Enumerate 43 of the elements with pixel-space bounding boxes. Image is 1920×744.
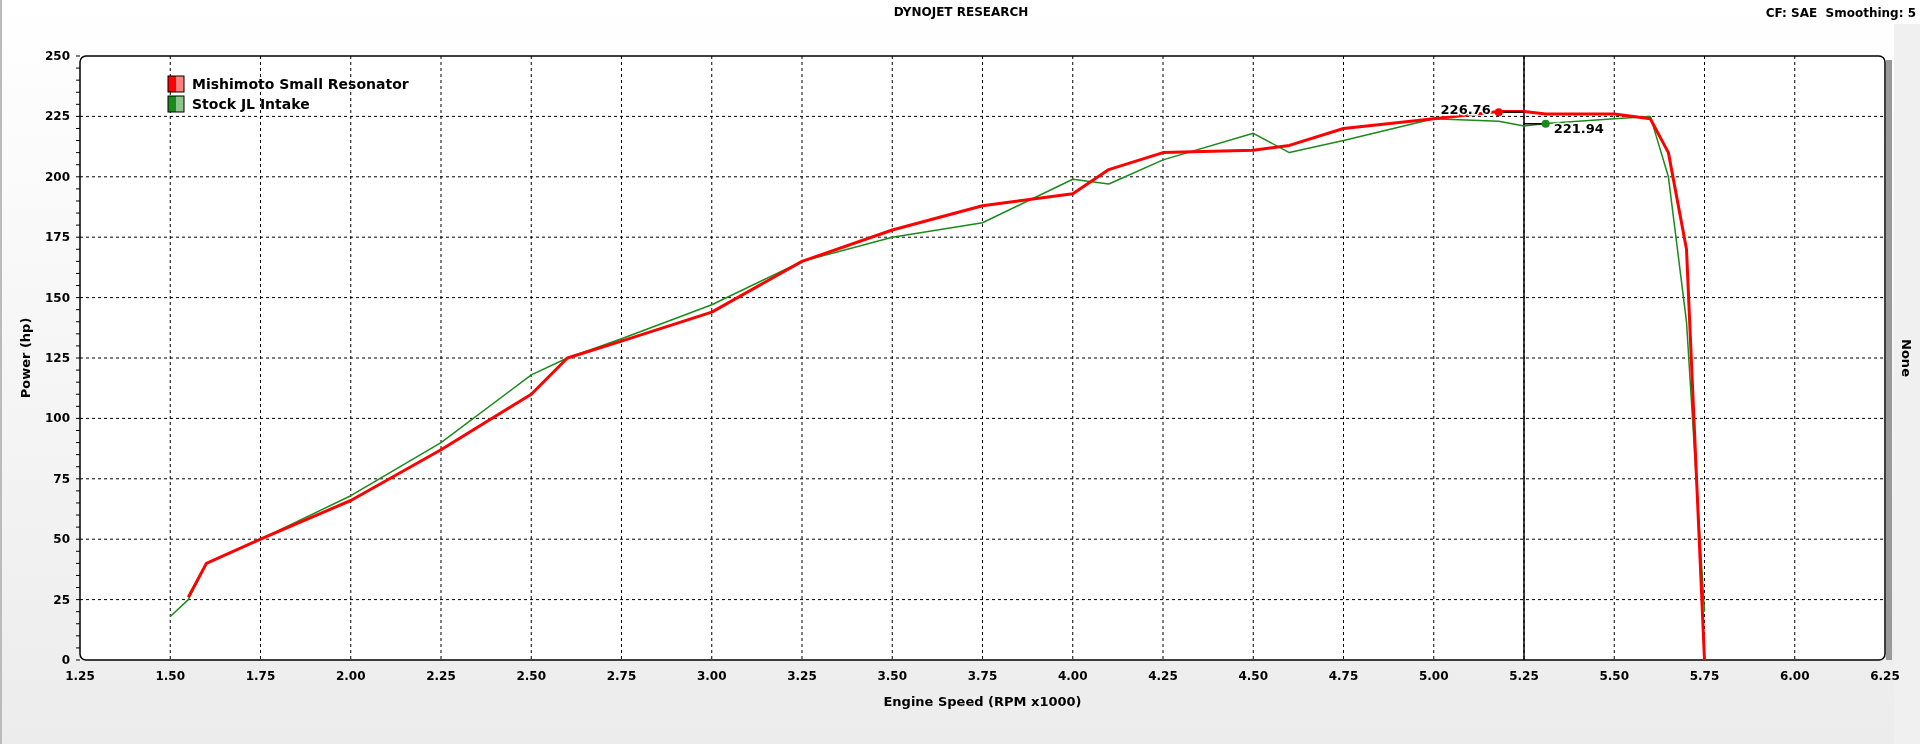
y-tick-label: 150 <box>44 290 70 305</box>
legend-label: Mishimoto Small Resonator <box>192 76 409 92</box>
x-tick-label: 4.50 <box>1238 669 1269 683</box>
peak-marker <box>1541 119 1550 128</box>
y-tick-label: 125 <box>44 351 70 365</box>
x-tick-label: 4.25 <box>1148 669 1178 683</box>
legend-label: Stock JL Intake <box>192 96 310 112</box>
x-tick-label: 4.75 <box>1328 669 1359 683</box>
y-tick-label: 75 <box>53 471 70 486</box>
x-tick-label: 1.75 <box>245 669 276 683</box>
x-tick-label: 2.25 <box>426 669 456 683</box>
x-tick-label: 3.50 <box>877 669 908 683</box>
x-tick-label: 2.00 <box>335 669 366 683</box>
chart-title: DYNOJET RESEARCH <box>893 4 1029 21</box>
x-tick-label: 5.75 <box>1689 669 1720 683</box>
peak-value-label: 221.94 <box>1553 120 1604 136</box>
x-tick-label: 1.50 <box>155 669 186 683</box>
x-tick-label: 6.25 <box>1870 669 1900 683</box>
x-tick-label: 3.75 <box>967 669 998 683</box>
x-axis-label: Engine Speed (RPM x1000) <box>883 694 1082 709</box>
y-axis-label: Power (hp) <box>18 317 33 399</box>
x-tick-label: 3.00 <box>696 669 727 683</box>
x-tick-label: 6.00 <box>1779 669 1810 683</box>
settings-text: CF: SAE Smoothing: 5 <box>1765 5 1916 22</box>
x-tick-label: 2.50 <box>516 669 547 683</box>
y-tick-label: 25 <box>53 592 70 607</box>
right-axis-label: None <box>1899 339 1914 377</box>
peak-marker <box>1494 108 1503 117</box>
x-tick-label: 5.25 <box>1509 669 1539 683</box>
y-tick-label: 200 <box>44 169 70 184</box>
y-tick-label: 175 <box>44 230 70 245</box>
x-tick-label: 2.75 <box>606 669 637 683</box>
x-tick-label: 5.50 <box>1599 669 1630 683</box>
y-tick-label: 100 <box>44 411 70 426</box>
x-tick-label: 3.25 <box>787 669 817 683</box>
y-tick-label: 50 <box>53 532 70 547</box>
y-tick-label: 250 <box>44 49 70 63</box>
x-tick-label: 1.25 <box>65 669 95 683</box>
y-tick-label: 225 <box>44 109 70 124</box>
x-tick-label: 5.00 <box>1418 669 1449 683</box>
x-tick-label: 4.00 <box>1057 669 1088 683</box>
peak-value-label: 226.76 <box>1440 102 1491 118</box>
y-tick-label: 0 <box>61 653 70 667</box>
